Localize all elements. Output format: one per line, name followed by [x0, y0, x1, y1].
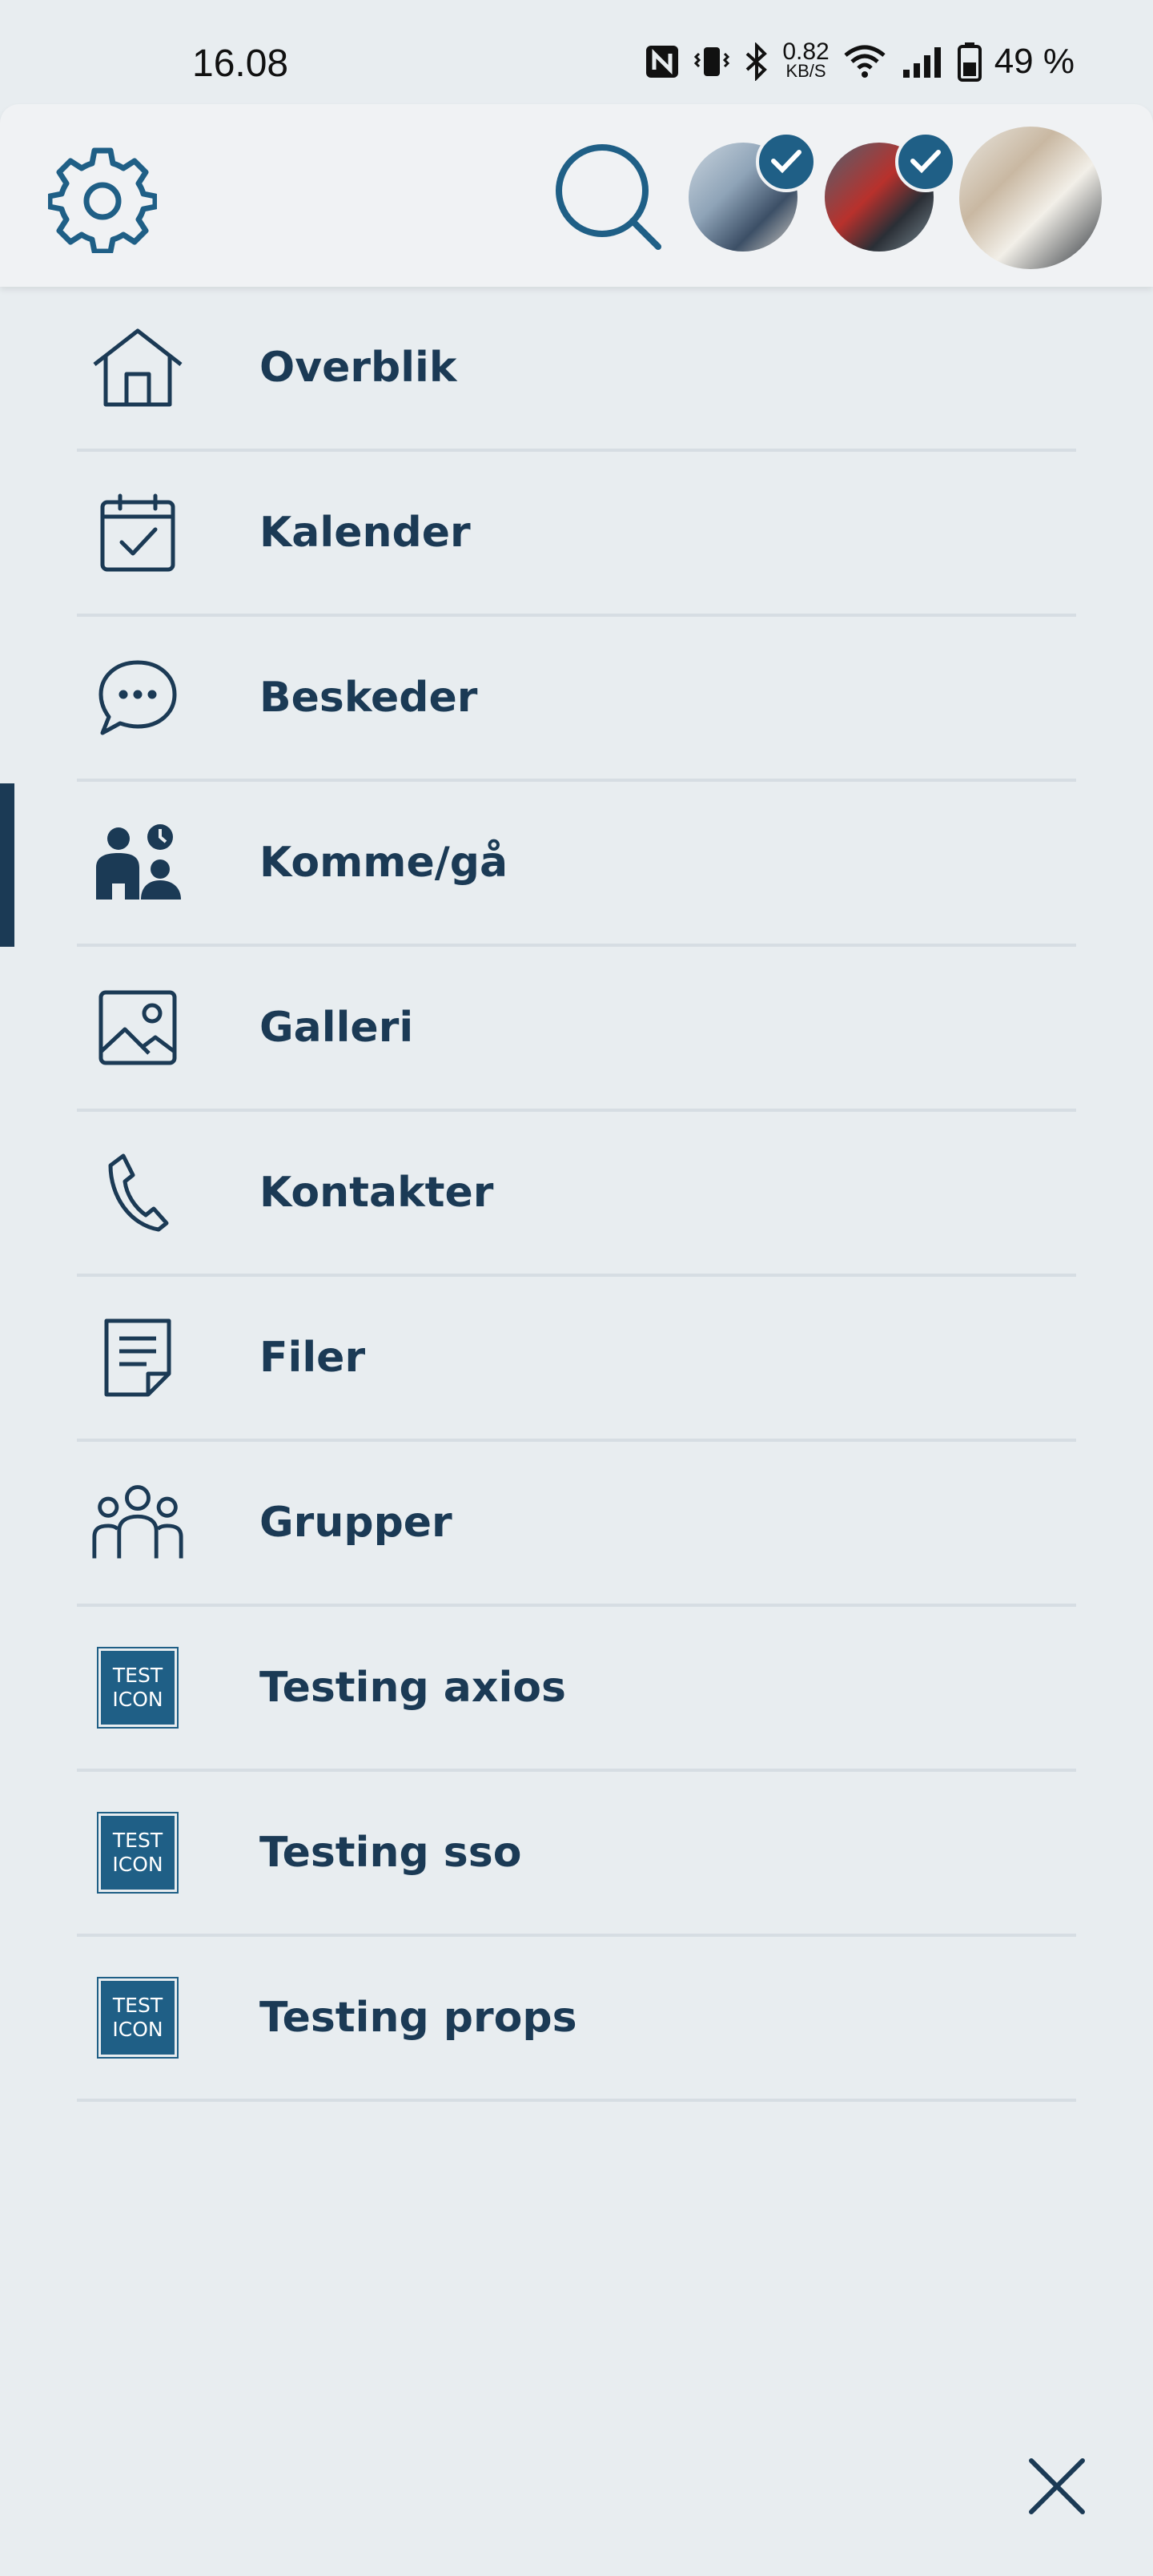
- vibrate-icon: [694, 47, 730, 76]
- signal-icon: [902, 47, 941, 78]
- menu-label: Testing axios: [259, 1664, 566, 1712]
- menu-item-kalender[interactable]: Kalender: [77, 452, 1076, 617]
- profile-avatar[interactable]: [959, 127, 1102, 269]
- chat-bubble-icon: [91, 651, 184, 744]
- phone-icon: [91, 1146, 184, 1239]
- close-icon[interactable]: [1026, 2456, 1087, 2517]
- test-icon-text-line-1: TEST: [112, 1994, 163, 2017]
- menu-label: Komme/gå: [259, 839, 508, 887]
- test-icon: TEST ICON: [91, 1971, 184, 2064]
- menu-item-testing-axios[interactable]: TEST ICON Testing axios: [77, 1607, 1076, 1772]
- menu-label: Galleri: [259, 1004, 414, 1052]
- menu-item-testing-sso[interactable]: TEST ICON Testing sso: [77, 1772, 1076, 1937]
- menu-item-kontakter[interactable]: Kontakter: [77, 1112, 1076, 1277]
- network-speed-unit: KB/S: [785, 61, 826, 81]
- menu-label: Testing props: [259, 1994, 577, 2042]
- test-icon-text-line-2: ICON: [112, 1688, 163, 1711]
- menu-item-grupper[interactable]: Grupper: [77, 1442, 1076, 1607]
- test-icon: TEST ICON: [91, 1806, 184, 1899]
- test-icon-text-line-2: ICON: [112, 2018, 163, 2041]
- network-speed-value: 0.82: [782, 38, 830, 65]
- active-item-indicator: [0, 783, 14, 947]
- group-icon: [91, 1476, 184, 1569]
- home-icon: [91, 321, 184, 414]
- app-header: [0, 104, 1153, 287]
- test-icon-badge: TEST ICON: [97, 1812, 179, 1894]
- test-icon-text-line-2: ICON: [112, 1853, 163, 1876]
- menu-label: Grupper: [259, 1499, 452, 1547]
- menu-item-overblik[interactable]: Overblik: [77, 287, 1076, 452]
- test-icon-badge: TEST ICON: [97, 1977, 179, 2059]
- status-bar: 16.08 0.82 KB/S 49 %: [0, 0, 1153, 103]
- menu-item-filer[interactable]: Filer: [77, 1277, 1076, 1442]
- menu-item-beskeder[interactable]: Beskeder: [77, 617, 1076, 782]
- calendar-check-icon: [91, 486, 184, 579]
- network-speed: 0.82 KB/S: [782, 38, 830, 81]
- check-icon: [895, 131, 956, 192]
- check-icon: [756, 131, 817, 192]
- menu-item-galleri[interactable]: Galleri: [77, 947, 1076, 1112]
- search-icon[interactable]: [552, 141, 665, 253]
- menu-item-komme-ga[interactable]: Komme/gå: [77, 782, 1076, 947]
- menu-item-testing-props[interactable]: TEST ICON Testing props: [77, 1937, 1076, 2102]
- status-icons: 0.82 KB/S 49 %: [645, 38, 1075, 82]
- test-icon-badge: TEST ICON: [97, 1647, 179, 1729]
- gear-icon[interactable]: [48, 144, 157, 253]
- test-icon-text-line-1: TEST: [112, 1829, 163, 1852]
- menu-label: Beskeder: [259, 674, 478, 722]
- image-icon: [91, 981, 184, 1074]
- people-clock-icon: [91, 816, 184, 909]
- battery-icon: [957, 42, 982, 82]
- document-icon: [91, 1311, 184, 1404]
- menu-label: Overblik: [259, 344, 457, 392]
- nfc-icon: [646, 46, 679, 78]
- test-icon-text-line-1: TEST: [112, 1664, 163, 1687]
- status-time: 16.08: [192, 42, 289, 85]
- wifi-icon: [844, 45, 886, 78]
- battery-percentage: 49 %: [994, 42, 1075, 81]
- menu-label: Filer: [259, 1334, 366, 1382]
- test-icon: TEST ICON: [91, 1641, 184, 1734]
- bluetooth-icon: [745, 42, 768, 81]
- menu-label: Kontakter: [259, 1169, 494, 1217]
- menu-label: Kalender: [259, 509, 471, 557]
- navigation-menu: Overblik Kalender Beskeder Komme/gå Gall…: [77, 287, 1076, 2102]
- menu-label: Testing sso: [259, 1829, 522, 1877]
